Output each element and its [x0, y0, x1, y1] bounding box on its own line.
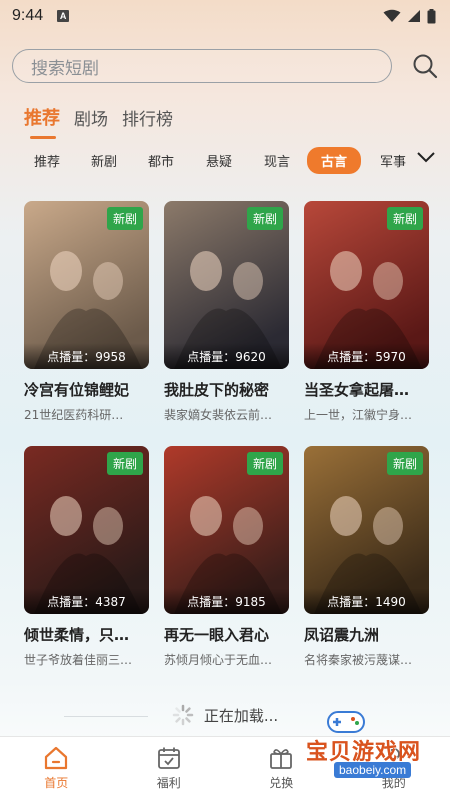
- chevron-down-icon[interactable]: [416, 150, 436, 164]
- nav-home-label: 首页: [44, 776, 69, 790]
- play-count: 点播量：9958: [24, 343, 149, 369]
- drama-title[interactable]: 当圣女拿起屠…: [304, 379, 429, 400]
- drama-poster[interactable]: 新剧点播量：1490: [304, 446, 429, 614]
- active-tab-indicator: [30, 136, 56, 139]
- category-suspense[interactable]: 悬疑: [206, 151, 232, 170]
- drama-description: 世子爷放着佳丽三…: [24, 653, 133, 667]
- category-modern-romance[interactable]: 现言: [264, 151, 290, 170]
- drama-description: 名将秦家被污蔑谋…: [304, 653, 413, 667]
- category-row: 推荐 新剧 都市 悬疑 现言 古言 军事: [0, 146, 450, 174]
- drama-card[interactable]: 新剧点播量：1490 凤诏震九洲名将秦家被污蔑谋…: [304, 446, 429, 668]
- drama-card[interactable]: 新剧点播量：4387 倾世柔情，只… 世子爷放着佳丽三…: [24, 446, 149, 668]
- drama-title[interactable]: 我肚皮下的秘密: [164, 379, 289, 400]
- category-urban[interactable]: 都市: [148, 151, 174, 170]
- gamepad-icon: [327, 711, 365, 733]
- search-placeholder: 搜索短剧: [31, 58, 99, 79]
- search-row: 搜索短剧: [12, 48, 438, 84]
- site-watermark: 宝贝游戏网 baobeiy.com: [288, 700, 428, 784]
- play-count: 点播量：9185: [164, 588, 289, 614]
- drama-description: 上一世，江徽宁身…: [304, 408, 413, 422]
- home-icon: [45, 746, 68, 770]
- drama-card[interactable]: 新剧点播量：9185 再无一眼入君心苏倾月倾心于无血…: [164, 446, 289, 668]
- status-indicators: [383, 8, 436, 24]
- drama-poster[interactable]: 新剧点播量：9185: [164, 446, 289, 614]
- drama-description: 裴家嫡女裴依云前…: [164, 408, 273, 422]
- play-count: 点播量：1490: [304, 588, 429, 614]
- spinner-icon: [172, 704, 194, 726]
- category-ancient-romance[interactable]: 古言: [307, 147, 362, 174]
- watermark-url: baobeiy.com: [334, 762, 412, 778]
- tab-theater[interactable]: 剧场: [74, 105, 108, 130]
- category-recommend[interactable]: 推荐: [34, 151, 60, 170]
- category-new[interactable]: 新剧: [91, 151, 117, 170]
- tab-recommend[interactable]: 推荐: [24, 104, 60, 130]
- nav-welfare[interactable]: 福利: [113, 737, 226, 800]
- tab-ranking[interactable]: 排行榜: [122, 105, 173, 130]
- new-badge: 新剧: [106, 207, 143, 230]
- new-badge: 新剧: [386, 452, 423, 475]
- battery-icon: [427, 8, 436, 23]
- status-time: 9:44: [12, 7, 44, 24]
- drama-poster[interactable]: 新剧点播量：9620: [164, 201, 289, 369]
- drama-title[interactable]: 冷宫有位锦鲤妃: [24, 379, 149, 400]
- signal-icon: [408, 10, 420, 22]
- drama-card[interactable]: 新剧点播量：9958 冷宫有位锦鲤妃 21世纪医药科研…: [24, 201, 149, 423]
- play-count: 点播量：9620: [164, 343, 289, 369]
- new-badge: 新剧: [246, 207, 283, 230]
- drama-title[interactable]: 凤诏震九洲: [304, 624, 429, 645]
- new-badge: 新剧: [106, 452, 143, 475]
- search-input[interactable]: 搜索短剧: [12, 49, 392, 83]
- loading-text: 正在加载...: [203, 706, 279, 725]
- nav-welfare-label: 福利: [156, 776, 181, 790]
- play-count: 点播量：5970: [304, 343, 429, 369]
- drama-description: 苏倾月倾心于无血…: [164, 653, 273, 667]
- drama-card[interactable]: 新剧点播量：5970 当圣女拿起屠… 上一世，江徽宁身…: [304, 201, 429, 423]
- status-bar: 9:44 A: [0, 0, 450, 32]
- search-icon[interactable]: [412, 53, 438, 79]
- drama-title[interactable]: 再无一眼入君心: [164, 624, 289, 645]
- drama-card[interactable]: 新剧点播量：9620 我肚皮下的秘密裴家嫡女裴依云前…: [164, 201, 289, 423]
- nav-home[interactable]: 首页: [0, 737, 113, 800]
- app-notification-icon: A: [57, 10, 70, 22]
- new-badge: 新剧: [246, 452, 283, 475]
- wifi-icon: [383, 9, 401, 22]
- calendar-icon: [157, 747, 180, 769]
- new-badge: 新剧: [386, 207, 423, 230]
- play-count: 点播量：4387: [24, 588, 149, 614]
- drama-poster[interactable]: 新剧点播量：9958: [24, 201, 149, 369]
- drama-poster[interactable]: 新剧点播量：4387: [24, 446, 149, 614]
- top-tabs: 推荐 剧场 排行榜: [24, 104, 173, 130]
- category-military[interactable]: 军事: [380, 151, 406, 170]
- drama-description: 21世纪医药科研…: [24, 408, 124, 422]
- drama-poster[interactable]: 新剧点播量：5970: [304, 201, 429, 369]
- drama-title[interactable]: 倾世柔情，只…: [24, 624, 149, 645]
